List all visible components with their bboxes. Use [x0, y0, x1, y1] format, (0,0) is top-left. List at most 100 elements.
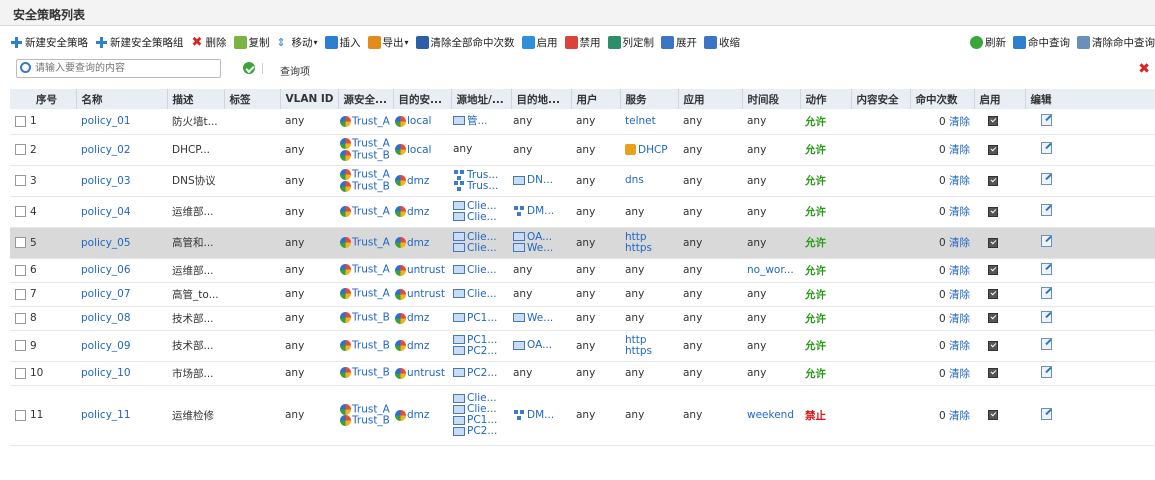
clear-hits-link[interactable]: 清除 [949, 144, 970, 156]
policy-name-link[interactable]: policy_03 [81, 175, 131, 187]
zone-name[interactable]: untrust [407, 264, 445, 276]
row-checkbox[interactable] [15, 409, 26, 421]
enabled-checkbox[interactable] [988, 289, 998, 299]
address-name[interactable]: PC1... [467, 312, 497, 324]
delete-button[interactable]: ✖ 删除 [191, 35, 227, 50]
zone-name[interactable]: dmz [407, 175, 429, 187]
service-name[interactable]: DHCP [638, 144, 668, 156]
policy-name-link[interactable]: policy_04 [81, 206, 131, 218]
address-name[interactable]: PC2... [467, 425, 497, 437]
clear-hits-link[interactable]: 清除 [949, 175, 970, 187]
zone-name[interactable]: dmz [407, 206, 429, 218]
address-name[interactable]: Clie... [467, 264, 497, 276]
zone-name[interactable]: local [407, 115, 431, 127]
column-header[interactable]: 目的安... [393, 89, 452, 109]
policy-name-link[interactable]: policy_10 [81, 367, 131, 379]
zone-name[interactable]: Trust_B [352, 180, 390, 192]
time-value[interactable]: no_wor... [747, 264, 794, 276]
zone-name[interactable]: Trust_B [352, 312, 390, 324]
clear-all-hits-button[interactable]: 清除全部命中次数 [415, 35, 515, 50]
zone-name[interactable]: untrust [407, 367, 445, 379]
zone-name[interactable]: Trust_A [352, 138, 390, 150]
edit-icon[interactable] [1041, 365, 1052, 378]
address-name[interactable]: Clie... [467, 288, 497, 300]
row-checkbox[interactable] [15, 340, 26, 351]
service-name[interactable]: http [625, 334, 652, 346]
row-checkbox[interactable] [15, 206, 26, 217]
enabled-checkbox[interactable] [988, 410, 998, 420]
edit-icon[interactable] [1041, 310, 1052, 323]
enabled-checkbox[interactable] [988, 144, 998, 155]
zone-name[interactable]: Trust_A [352, 169, 390, 181]
edit-icon[interactable] [1041, 173, 1052, 185]
row-checkbox[interactable] [15, 312, 26, 324]
service-name[interactable]: https [625, 242, 652, 254]
address-name[interactable]: Clie... [467, 242, 497, 254]
edit-icon[interactable] [1041, 204, 1052, 216]
zone-name[interactable]: dmz [407, 409, 429, 421]
policy-name-link[interactable]: policy_01 [81, 115, 131, 127]
time-value[interactable]: weekend [747, 409, 794, 421]
disable-button[interactable]: 禁用 [564, 35, 601, 50]
address-name[interactable]: PC2... [467, 345, 497, 357]
customize-columns-button[interactable]: 列定制 [607, 35, 654, 50]
enabled-checkbox[interactable] [988, 206, 998, 217]
close-icon[interactable]: ✖ [1138, 61, 1150, 77]
column-header[interactable]: 名称 [76, 89, 168, 109]
zone-name[interactable]: Trust_A [352, 236, 390, 248]
zone-name[interactable]: Trust_A [352, 205, 390, 217]
column-header[interactable]: 源地址/... [451, 89, 512, 109]
search-go-button[interactable] [243, 62, 255, 74]
policy-name-link[interactable]: policy_11 [81, 409, 131, 421]
column-header[interactable]: 启用 [974, 89, 1026, 109]
row-checkbox[interactable] [15, 288, 26, 300]
move-button[interactable]: ⇕ 移动 ▾ [277, 35, 318, 50]
table-row[interactable]: 3 policy_03 DNS协议 any Trust_A Trust_B dmz Trus.… [10, 165, 1155, 197]
column-header[interactable]: 编辑 [1025, 89, 1155, 109]
enabled-checkbox[interactable] [988, 175, 998, 186]
clear-hits-link[interactable]: 清除 [949, 237, 970, 249]
clear-hits-link[interactable]: 清除 [949, 116, 970, 128]
column-header[interactable]: 序号 [10, 89, 77, 109]
zone-name[interactable]: local [407, 144, 431, 156]
enabled-checkbox[interactable] [988, 237, 998, 248]
table-row[interactable]: 6 policy_06 运维部... any Trust_A untrust Clie...… [10, 258, 1155, 283]
address-name[interactable]: OA... [527, 339, 552, 351]
policy-name-link[interactable]: policy_05 [81, 237, 131, 249]
column-header[interactable]: VLAN ID [280, 89, 339, 109]
column-header[interactable]: 服务 [620, 89, 679, 109]
table-row[interactable]: 2 policy_02 DHCP... any Trust_A Trust_B local a… [10, 134, 1155, 166]
expand-button[interactable]: 展开 [661, 35, 697, 50]
enabled-checkbox[interactable] [988, 116, 998, 127]
clear-hits-link[interactable]: 清除 [949, 313, 970, 325]
column-header[interactable]: 目的地... [511, 89, 572, 109]
insert-button[interactable]: 插入 [324, 35, 361, 50]
zone-name[interactable]: Trust_A [352, 403, 390, 415]
address-name[interactable]: PC2... [467, 367, 497, 379]
service-name[interactable]: telnet [625, 115, 656, 127]
zone-name[interactable]: Trust_B [352, 367, 390, 379]
service-name[interactable]: http [625, 231, 652, 243]
edit-icon[interactable] [1041, 235, 1052, 247]
row-checkbox[interactable] [15, 237, 26, 248]
export-button[interactable]: 导出 ▾ [367, 35, 409, 50]
new-policy-button[interactable]: 新建安全策略 [10, 35, 88, 50]
column-header[interactable]: 动作 [800, 89, 852, 109]
clear-hits-link[interactable]: 清除 [949, 265, 970, 277]
table-row[interactable]: 8 policy_08 技术部... any Trust_B dmz PC1... We...… [10, 306, 1155, 331]
policy-name-link[interactable]: policy_07 [81, 288, 131, 300]
edit-icon[interactable] [1041, 407, 1052, 420]
zone-name[interactable]: Trust_A [352, 115, 390, 127]
edit-icon[interactable] [1041, 338, 1052, 350]
column-header[interactable]: 时间段 [742, 89, 801, 109]
search-input[interactable] [16, 59, 221, 78]
service-name[interactable]: dns [625, 175, 644, 186]
policy-name-link[interactable]: policy_08 [81, 312, 131, 324]
edit-icon[interactable] [1041, 262, 1052, 275]
table-row[interactable]: 5 policy_05 高管和... any Trust_A dmz Clie... Clie… [10, 227, 1155, 259]
enabled-checkbox[interactable] [988, 265, 998, 275]
enabled-checkbox[interactable] [988, 340, 998, 351]
table-row[interactable]: 7 policy_07 高管_to... any Trust_A untrust Clie.… [10, 282, 1155, 307]
query-items-button[interactable]: 查询项 [280, 63, 310, 78]
zone-name[interactable]: dmz [407, 340, 429, 352]
